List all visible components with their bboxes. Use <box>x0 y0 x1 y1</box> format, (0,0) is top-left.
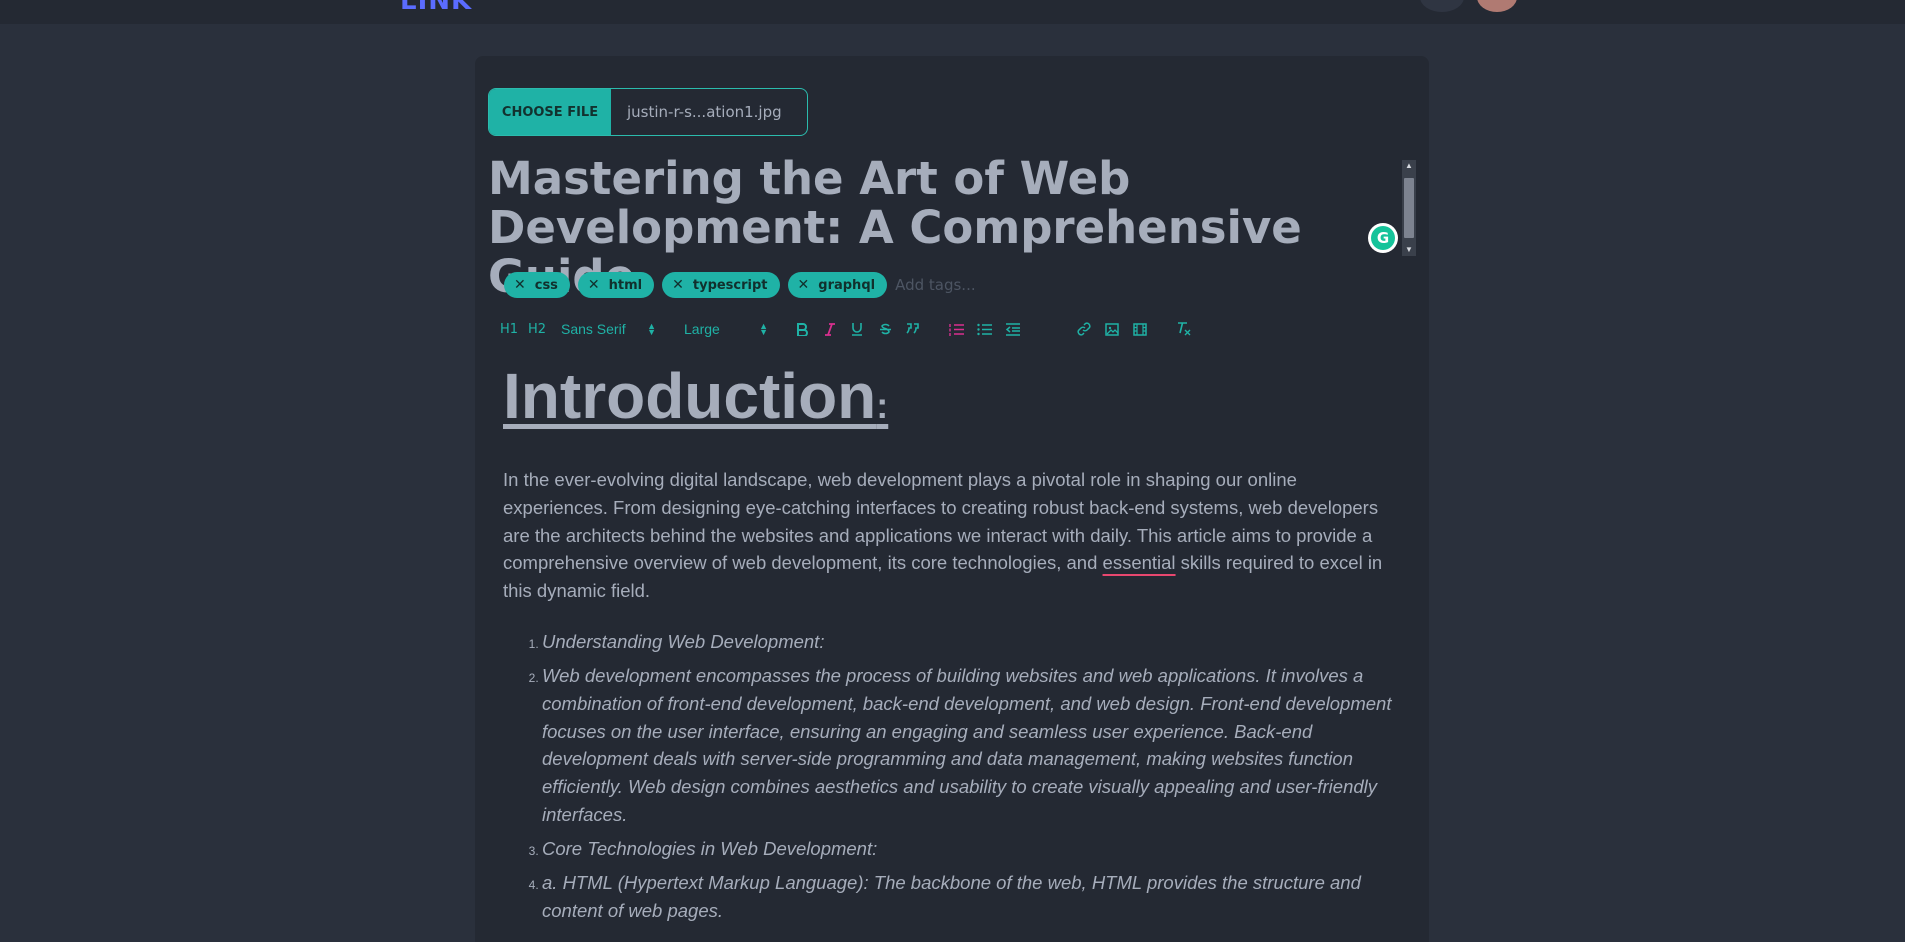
outdent-icon <box>1005 322 1020 336</box>
quote-icon <box>906 323 920 335</box>
intro-paragraph: In the ever-evolving digital landscape, … <box>503 466 1398 605</box>
insert-link-button[interactable] <box>1076 318 1092 340</box>
insert-video-button[interactable] <box>1132 318 1148 340</box>
font-size-select[interactable]: Large ▲ ▼ <box>684 318 768 340</box>
heading-colon: : <box>876 385 889 426</box>
remove-tag-icon[interactable]: ✕ <box>588 277 600 293</box>
strikethrough-icon <box>879 323 892 336</box>
select-arrows-icon: ▲ ▼ <box>759 321 768 337</box>
ordered-list-button[interactable] <box>948 318 964 340</box>
scroll-thumb[interactable] <box>1404 178 1414 238</box>
strikethrough-button[interactable] <box>877 318 893 340</box>
heading1-button[interactable]: H1 <box>500 318 518 340</box>
spellcheck-flagged-word[interactable]: essential <box>1103 552 1176 573</box>
scroll-down-icon[interactable]: ▼ <box>1402 244 1416 256</box>
clear-format-icon <box>1176 322 1191 336</box>
list-item: Web development encompasses the process … <box>542 662 1398 829</box>
select-arrows-icon: ▲ ▼ <box>647 321 656 337</box>
blockquote-button[interactable] <box>905 318 921 340</box>
heading-text: Introduction <box>503 360 877 432</box>
video-icon <box>1133 322 1147 336</box>
tags-input: ✕ css ✕ html ✕ typescript ✕ graphql <box>504 272 1016 298</box>
tag-chip: ✕ html <box>577 272 655 298</box>
title-scrollbar[interactable]: ▲ ▼ <box>1402 160 1416 256</box>
remove-tag-icon[interactable]: ✕ <box>672 277 684 293</box>
font-family-value: Sans Serif <box>561 321 626 337</box>
grammarly-icon[interactable]: G <box>1368 223 1398 253</box>
tag-label: css <box>534 277 558 293</box>
tag-chip: ✕ typescript <box>662 272 780 298</box>
font-size-value: Large <box>684 321 720 337</box>
content-heading: Introduction: <box>503 356 1398 446</box>
heading2-label: H2 <box>527 321 547 337</box>
editor-content[interactable]: Introduction: In the ever-evolving digit… <box>503 356 1398 931</box>
cover-image-file-input[interactable]: CHOOSE FILE justin-r-s...ation1.jpg <box>488 88 808 136</box>
bold-icon <box>796 322 808 336</box>
heading2-button[interactable]: H2 <box>528 318 546 340</box>
bold-button[interactable] <box>794 318 810 340</box>
italic-icon <box>824 322 836 336</box>
selected-file-name: justin-r-s...ation1.jpg <box>627 103 782 121</box>
remove-tag-icon[interactable]: ✕ <box>798 277 810 293</box>
list-item: a. HTML (Hypertext Markup Language): The… <box>542 869 1398 925</box>
image-icon <box>1105 322 1119 336</box>
tag-chip: ✕ css <box>504 272 570 298</box>
remove-tag-icon[interactable]: ✕ <box>514 277 526 293</box>
underline-icon <box>851 322 863 336</box>
content-ordered-list: Understanding Web Development: Web devel… <box>503 628 1398 925</box>
insert-image-button[interactable] <box>1104 318 1120 340</box>
list-item: Core Technologies in Web Development: <box>542 835 1398 863</box>
tag-label: graphql <box>818 277 876 293</box>
bullet-list-button[interactable] <box>976 318 992 340</box>
tag-label: html <box>608 277 643 293</box>
font-family-select[interactable]: Sans Serif ▲ ▼ <box>561 318 656 340</box>
tag-label: typescript <box>692 277 768 293</box>
add-tag-input[interactable] <box>895 276 1016 294</box>
app-logo[interactable]: LINK <box>400 0 472 16</box>
list-item: Understanding Web Development: <box>542 628 1398 656</box>
choose-file-button[interactable]: CHOOSE FILE <box>489 89 611 135</box>
bullet-list-icon <box>976 323 992 336</box>
nav-icon-button[interactable] <box>1420 0 1464 12</box>
scroll-up-icon[interactable]: ▲ <box>1402 160 1416 172</box>
outdent-button[interactable] <box>1004 318 1020 340</box>
user-avatar[interactable] <box>1477 0 1517 12</box>
italic-button[interactable] <box>822 318 838 340</box>
underline-button[interactable] <box>849 318 865 340</box>
ordered-list-icon <box>948 323 964 336</box>
heading1-label: H1 <box>499 321 519 337</box>
link-icon <box>1077 322 1091 336</box>
tag-chip: ✕ graphql <box>787 272 888 298</box>
clear-format-button[interactable] <box>1175 318 1191 340</box>
top-navbar: LINK <box>0 0 1905 24</box>
